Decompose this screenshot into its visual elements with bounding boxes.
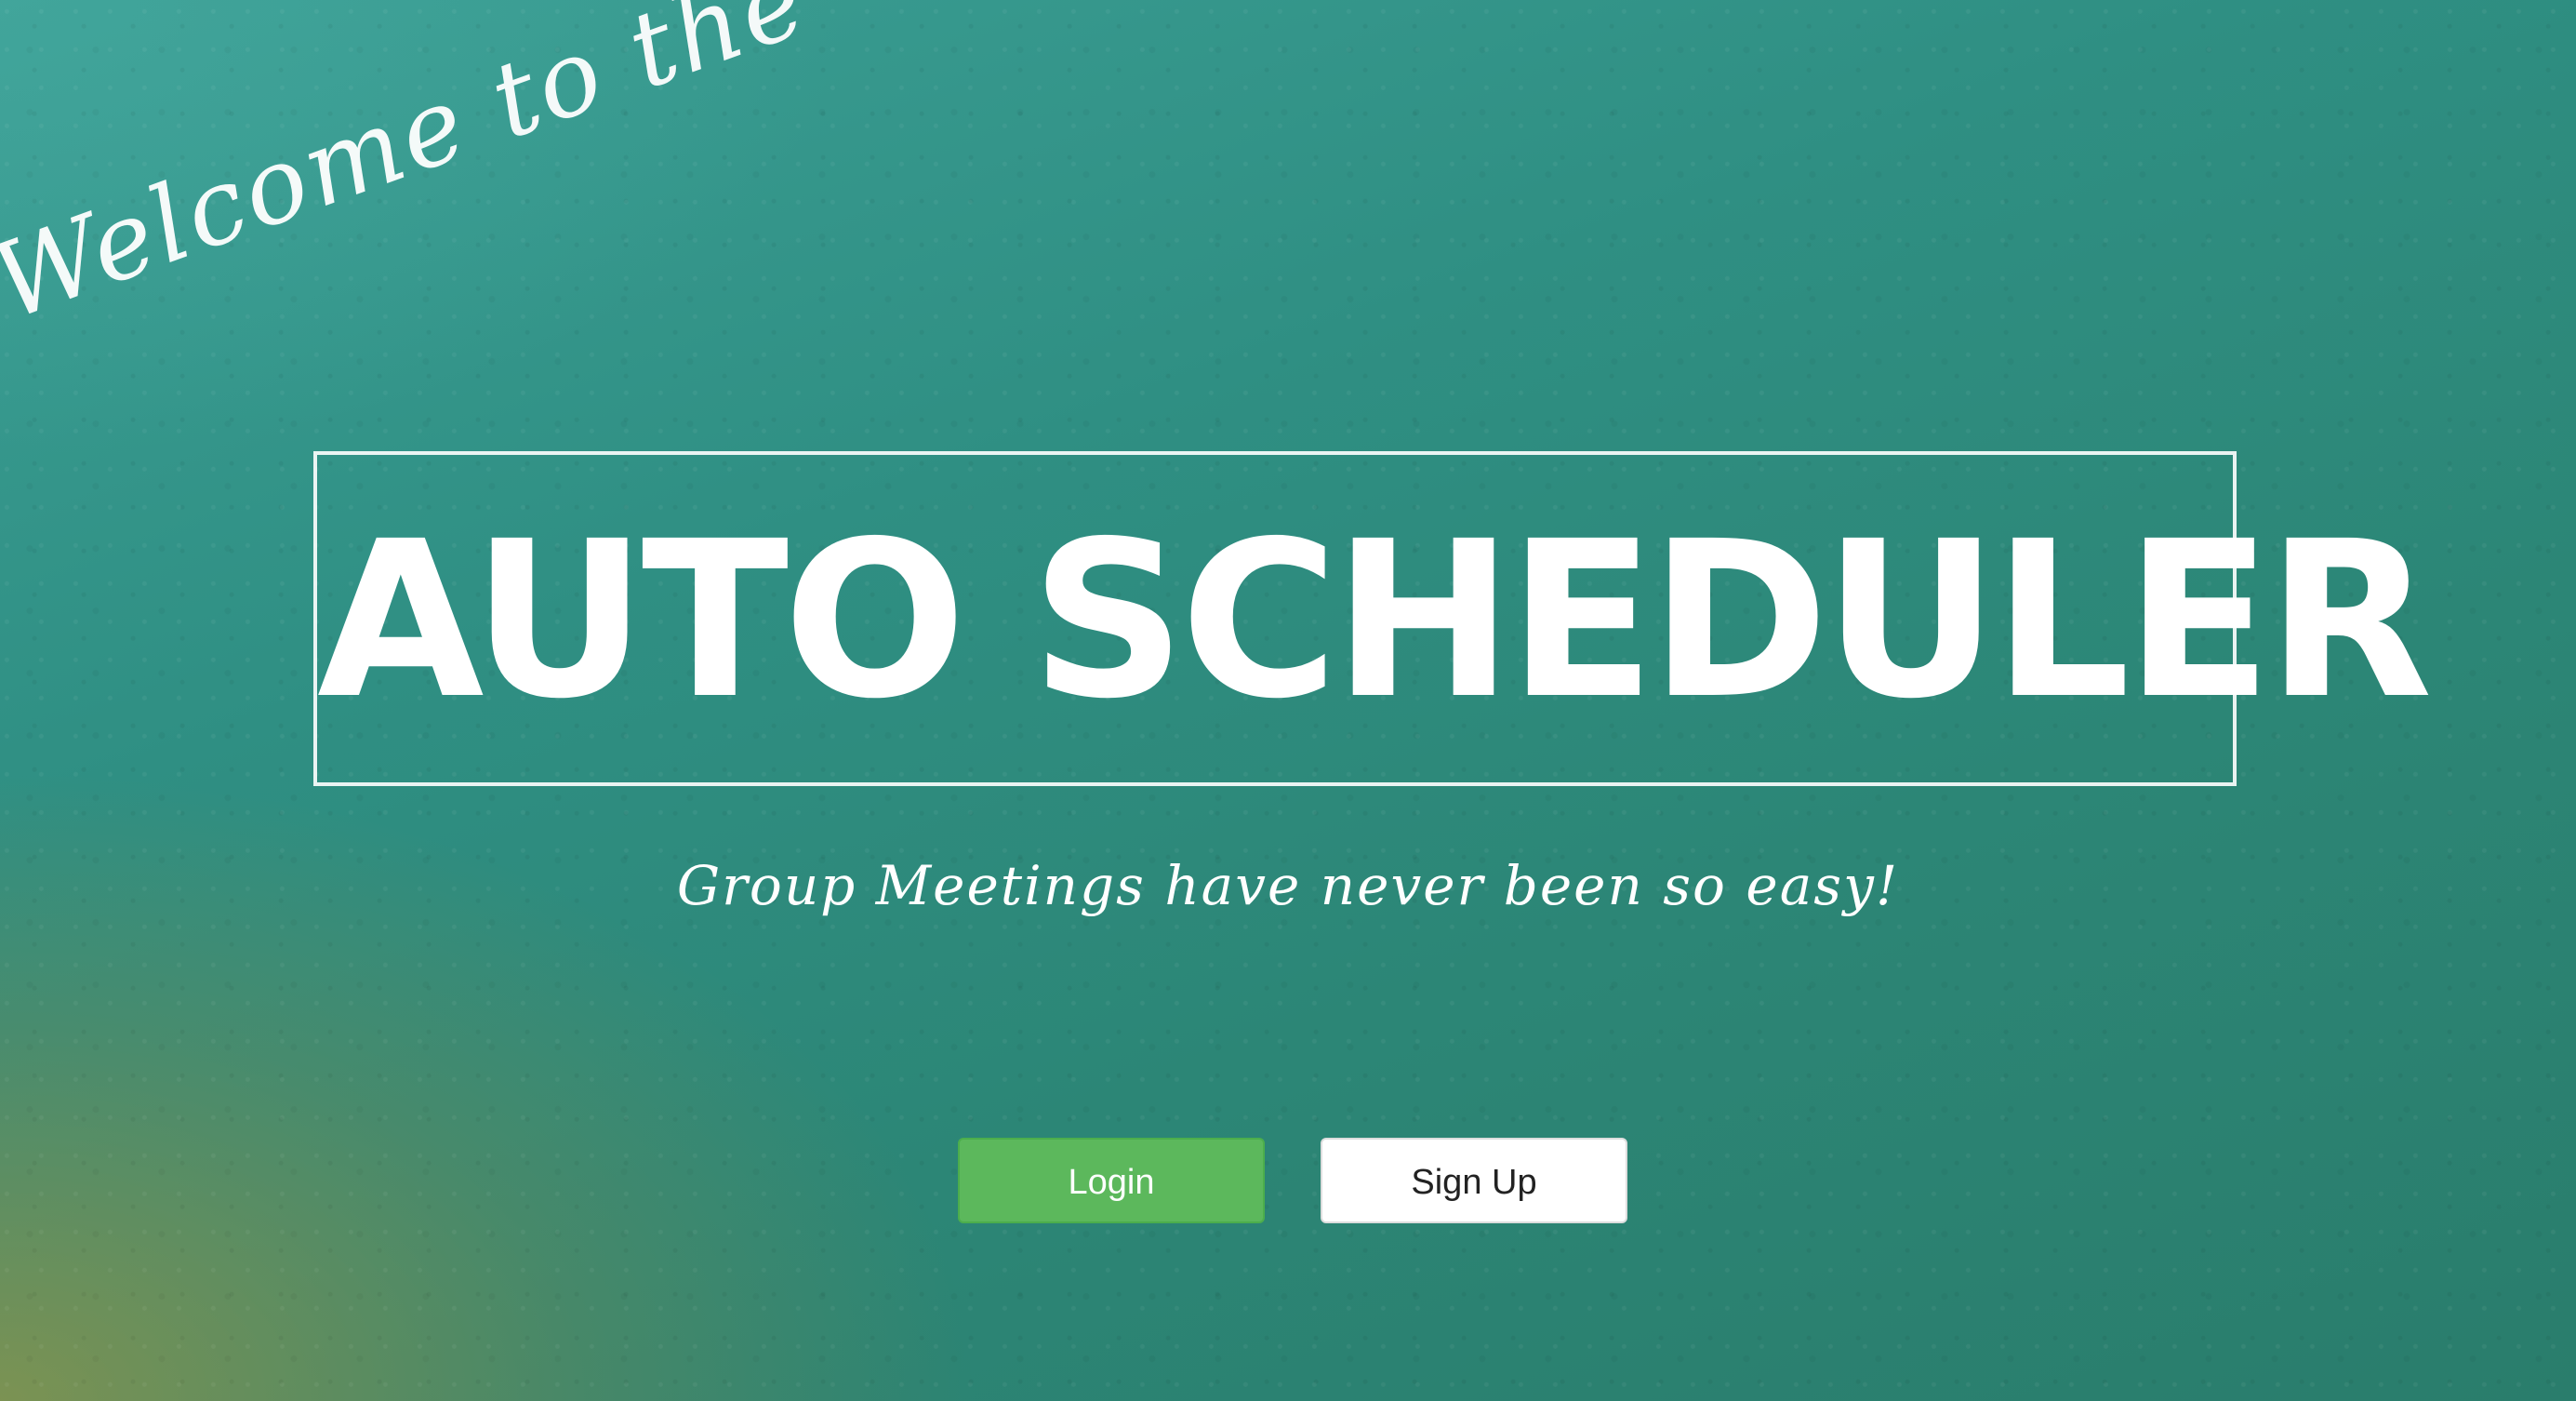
signup-button[interactable]: Sign Up	[1321, 1138, 1627, 1223]
title-frame: AUTO SCHEDULER	[313, 451, 2433, 786]
page-title: AUTO SCHEDULER	[317, 495, 2433, 746]
welcome-text: Welcome to the	[0, 0, 823, 344]
tagline: Group Meetings have never been so easy!	[676, 854, 1900, 917]
login-button[interactable]: Login	[958, 1138, 1265, 1223]
